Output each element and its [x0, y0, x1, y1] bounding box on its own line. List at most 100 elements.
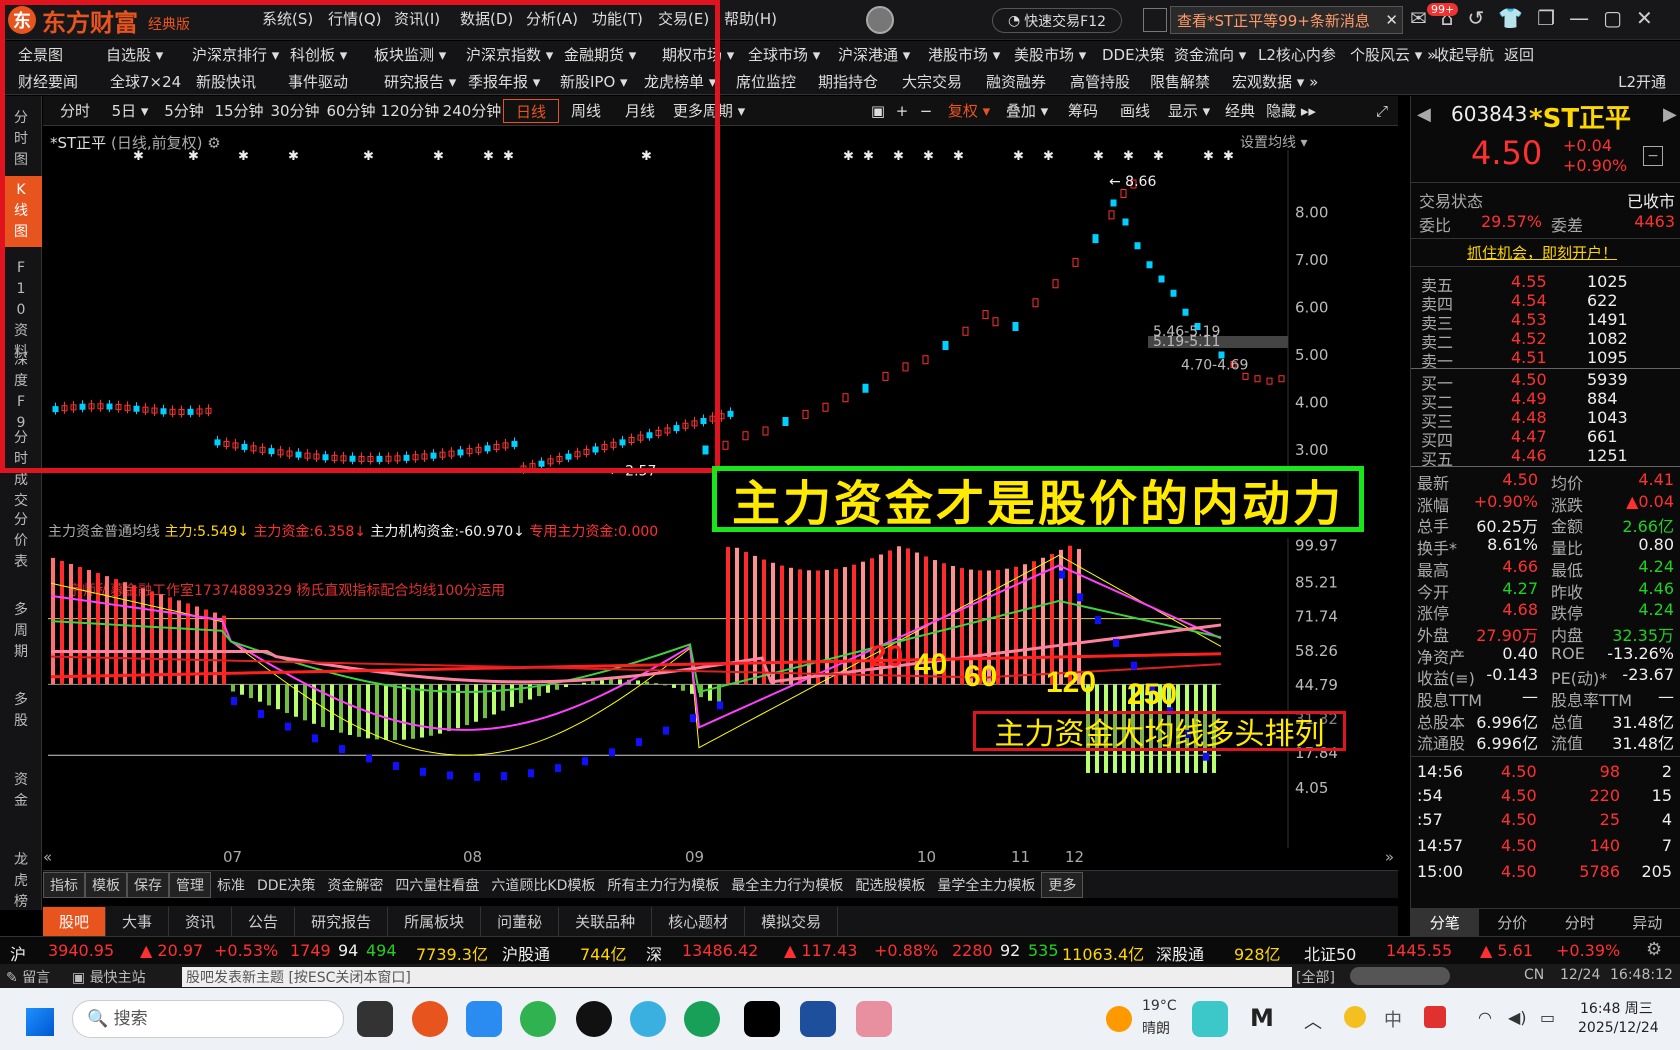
nav-item[interactable]: 新股快讯: [196, 71, 288, 92]
nav-item[interactable]: 全球市场 ▾: [748, 44, 838, 65]
nav-item[interactable]: 返回: [1504, 44, 1554, 65]
top-menu-item[interactable]: 系统(S): [262, 8, 328, 29]
image-app-icon[interactable]: [856, 1001, 892, 1037]
lock-icon[interactable]: ▣: [867, 99, 889, 123]
ask-price[interactable]: 4.52: [1511, 329, 1547, 348]
open-account-link[interactable]: 抓住机会，即刻开户！: [1467, 242, 1617, 263]
left-tab[interactable]: 龙虎榜: [0, 846, 42, 917]
restore-icon[interactable]: ❐: [1537, 6, 1555, 30]
taskview-icon[interactable]: [357, 1001, 393, 1037]
bid-price[interactable]: 4.48: [1511, 408, 1547, 427]
period-tab[interactable]: 更多周期 ▾: [667, 99, 751, 123]
nav-item[interactable]: 资金流向 ▾: [1174, 44, 1258, 65]
news-ticker-button[interactable]: 查看*ST正平等99+条新消息 ✕: [1170, 6, 1403, 34]
qq-app-icon[interactable]: [576, 1001, 612, 1037]
next-stock-icon[interactable]: ▶: [1663, 104, 1677, 125]
template-item[interactable]: 指标: [43, 871, 85, 898]
mail-icon[interactable]: ✉: [1410, 6, 1427, 30]
bottom-tab[interactable]: 公告: [232, 906, 296, 936]
nav-item[interactable]: 收起导航: [1434, 44, 1504, 65]
news-scroll[interactable]: 股吧发表新主题 [按ESC关闭本窗口]: [182, 967, 1292, 987]
taskbar-search[interactable]: 🔍 搜索: [72, 1000, 344, 1038]
nav-item[interactable]: 沪深港通 ▾: [838, 44, 928, 65]
fullscreen-icon[interactable]: ⤢: [1371, 99, 1393, 123]
indicator-chart[interactable]: 99.9785.2171.7458.2644.7931.3217.844.05: [43, 538, 1398, 848]
nav-item[interactable]: 自选股 ▾: [106, 44, 192, 65]
chart-tool[interactable]: 经典: [1217, 99, 1263, 123]
eastmoney-app-icon[interactable]: [412, 1001, 448, 1037]
nav-item[interactable]: 席位监控: [736, 71, 818, 92]
ask-price[interactable]: 4.51: [1511, 348, 1547, 367]
nav-item[interactable]: 沪深京指数 ▾: [466, 44, 564, 65]
period-tab[interactable]: 60分钟: [323, 99, 379, 123]
nav-item[interactable]: 个股风云 ▾ »: [1350, 44, 1436, 65]
gm-app-icon[interactable]: [630, 1001, 666, 1037]
windows-start-icon[interactable]: [26, 1008, 54, 1036]
template-item[interactable]: 管理: [169, 871, 211, 898]
period-tab[interactable]: 日线: [503, 99, 559, 123]
minimize-icon[interactable]: —: [1569, 6, 1589, 30]
tiktok-app-icon[interactable]: [744, 1001, 780, 1037]
template-item[interactable]: DDE决策: [251, 873, 321, 897]
edge-app-icon[interactable]: [520, 1001, 556, 1037]
bz-index[interactable]: 1445.55: [1386, 941, 1452, 960]
nav-item[interactable]: 事件驱动: [288, 71, 384, 92]
all-button[interactable]: [全部]: [1296, 967, 1335, 987]
top-menu-item[interactable]: 资讯(I): [394, 8, 460, 29]
left-tab[interactable]: 分时图: [0, 104, 42, 175]
wifi-icon[interactable]: ◠: [1478, 1008, 1492, 1027]
grid-layout-icon[interactable]: [1143, 8, 1167, 32]
bottom-tab[interactable]: 资讯: [169, 906, 233, 936]
tray-app-icon-2[interactable]: [1424, 1006, 1446, 1028]
nav-item[interactable]: 港股市场 ▾: [928, 44, 1014, 65]
server-button[interactable]: ▣ 最快主站: [72, 967, 146, 987]
period-tab[interactable]: 120分钟: [379, 99, 441, 123]
status-search[interactable]: [1350, 967, 1450, 985]
nav-item[interactable]: L2核心内参: [1258, 44, 1350, 65]
bottom-tab[interactable]: 关联品种: [559, 906, 653, 936]
template-item[interactable]: 模板: [85, 871, 127, 898]
chart-tool[interactable]: 筹码: [1057, 99, 1109, 123]
nav-item[interactable]: 龙虎榜单 ▾: [644, 71, 736, 92]
scroll-left-icon[interactable]: «: [43, 848, 52, 866]
ime-icon[interactable]: 中: [1384, 1006, 1402, 1032]
security-app-icon[interactable]: [466, 1001, 502, 1037]
template-item[interactable]: 四六量柱看盘: [389, 873, 485, 897]
chart-tool[interactable]: 隐藏 ▸▸: [1263, 99, 1319, 123]
message-button[interactable]: ✎ 留言: [6, 967, 50, 987]
nav-item[interactable]: 融资融券: [986, 71, 1070, 92]
maximize-icon[interactable]: ▢: [1603, 6, 1622, 30]
sh-index[interactable]: 3940.95: [48, 941, 114, 960]
chart-tool[interactable]: 画线: [1109, 99, 1161, 123]
bottom-tab[interactable]: 问董秘: [481, 906, 560, 936]
nav-item[interactable]: 新股IPO ▾: [560, 71, 644, 92]
nav-item[interactable]: 沪深京排行 ▾: [192, 44, 290, 65]
bottom-tab[interactable]: 模拟交易: [745, 906, 839, 936]
set-ma-button[interactable]: 设置均线 ▾: [1240, 132, 1307, 152]
quote-tab[interactable]: 异动: [1614, 909, 1680, 936]
ask-price[interactable]: 4.54: [1511, 291, 1547, 310]
period-tab[interactable]: 240分钟: [441, 99, 503, 123]
close-window-icon[interactable]: ✕: [1636, 6, 1653, 30]
quote-tab[interactable]: 分时: [1546, 909, 1614, 936]
nav-item[interactable]: 板块监测 ▾: [374, 44, 466, 65]
quote-tab[interactable]: 分价: [1479, 909, 1547, 936]
period-tab[interactable]: 5分钟: [157, 99, 211, 123]
period-tab[interactable]: 15分钟: [211, 99, 267, 123]
nav-item[interactable]: 全景图: [18, 44, 106, 65]
scroll-right-icon[interactable]: »: [1385, 848, 1394, 866]
chart-tool[interactable]: 显示 ▾: [1161, 99, 1217, 123]
bottom-tab[interactable]: 所属板块: [388, 906, 482, 936]
bid-price[interactable]: 4.50: [1511, 370, 1547, 389]
period-tab[interactable]: 30分钟: [267, 99, 323, 123]
template-item[interactable]: 所有主力行为模板: [601, 873, 725, 897]
nav-item[interactable]: 全球7×24: [110, 71, 196, 92]
mail-tray-icon[interactable]: M: [1250, 1004, 1274, 1032]
nav-item[interactable]: 高管持股: [1070, 71, 1150, 92]
template-item[interactable]: 六道顾比KD模板: [485, 873, 601, 897]
settings-icon[interactable]: ⚙: [1646, 939, 1662, 960]
template-item[interactable]: 资金解密: [321, 873, 389, 897]
template-item[interactable]: 标准: [211, 873, 251, 897]
bottom-tab[interactable]: 核心题材: [652, 906, 746, 936]
collapse-icon[interactable]: −: [1643, 146, 1663, 166]
